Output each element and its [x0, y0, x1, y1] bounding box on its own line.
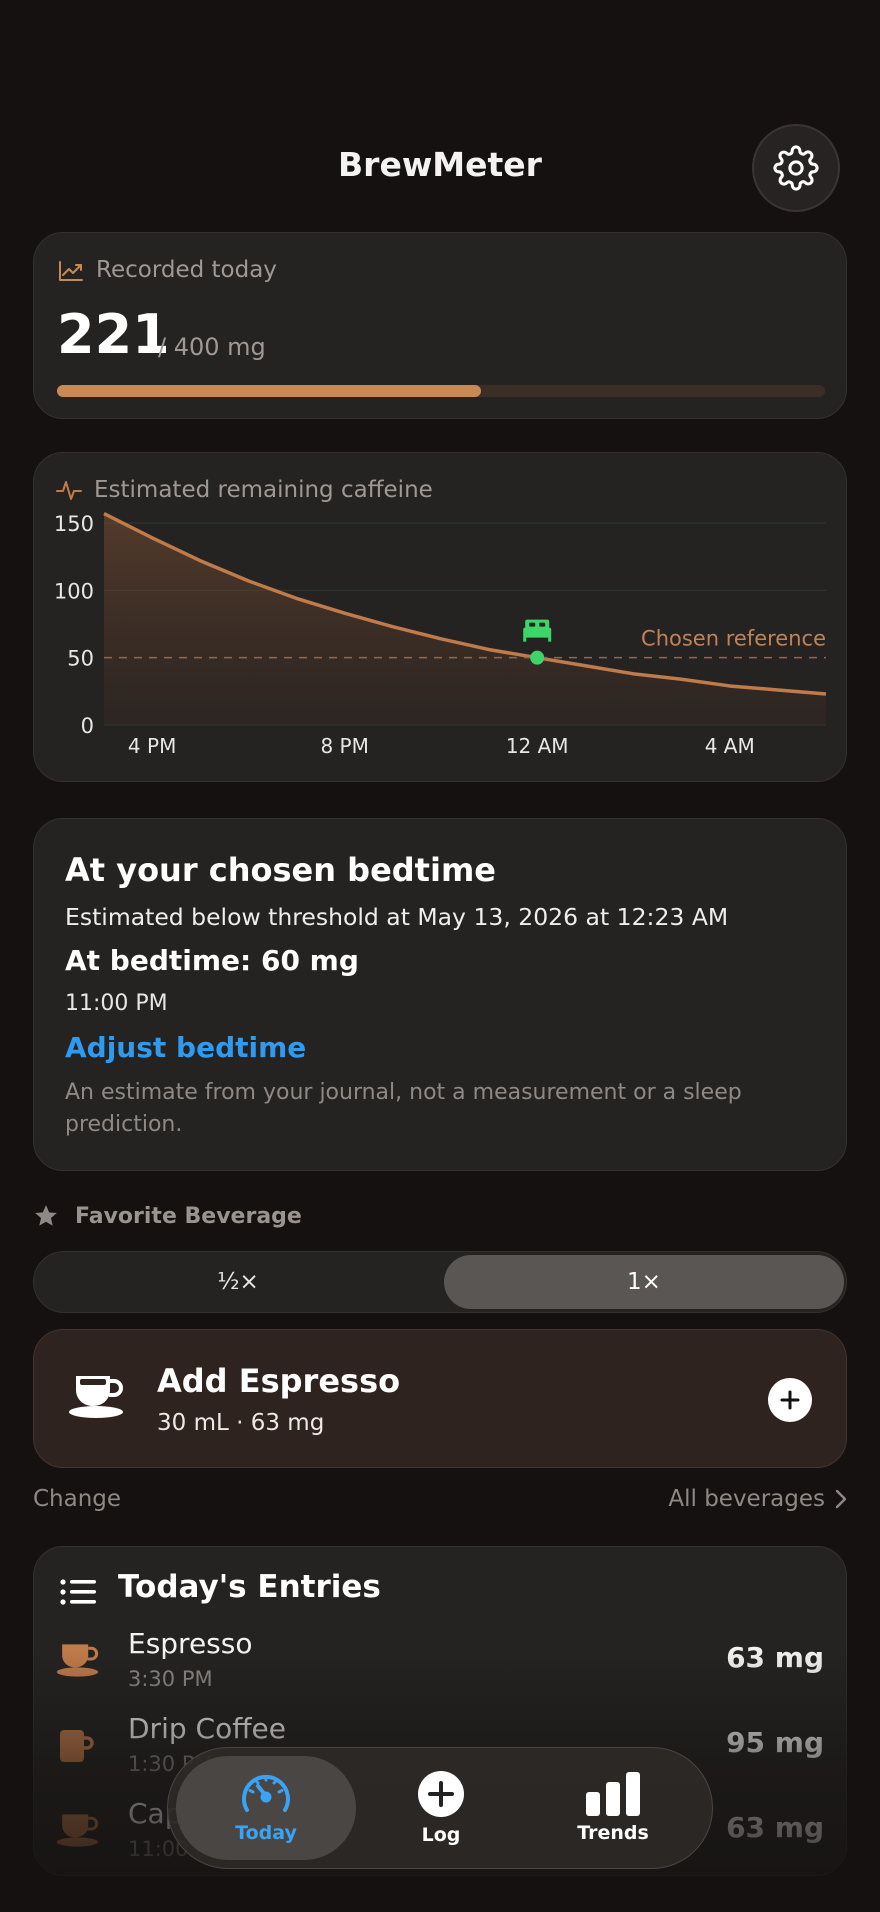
tab-log-label: Log [421, 1824, 461, 1846]
gear-icon [773, 145, 819, 191]
bed-icon [523, 619, 552, 642]
recorded-today-card: Recorded today 221 / 400 mg [33, 232, 847, 419]
entry-time: 3:30 PM [128, 1667, 213, 1691]
tab-trends-label: Trends [577, 1822, 649, 1844]
mug-icon [60, 1730, 94, 1762]
recorded-label: Recorded today [96, 257, 277, 283]
all-beverages-link[interactable]: All beverages [668, 1486, 847, 1512]
bedtime-amount: At bedtime: 60 mg [65, 944, 359, 977]
list-icon [60, 1579, 96, 1605]
all-beverages-label: All beverages [668, 1486, 825, 1512]
x-tick-label: 4 PM [128, 734, 176, 758]
espresso-cup-icon [56, 1644, 99, 1677]
adjust-bedtime-link[interactable]: Adjust bedtime [65, 1031, 306, 1064]
recorded-limit: / 400 mg [158, 333, 266, 361]
reference-label: Chosen reference [641, 627, 826, 651]
star-icon [35, 1205, 57, 1226]
y-tick-label: 0 [81, 714, 94, 738]
espresso-cup-icon [56, 1814, 99, 1847]
serving-size-segmented-control: ½× 1× [33, 1251, 847, 1313]
daily-progress-bar [57, 385, 825, 397]
tab-bar: Today Log Trends [167, 1747, 713, 1869]
change-favorite-link[interactable]: Change [33, 1486, 121, 1512]
tab-trends[interactable]: Trends [523, 1756, 703, 1860]
x-tick-label: 8 PM [320, 734, 368, 758]
settings-button[interactable] [752, 124, 840, 212]
entry-amount: 95 mg [726, 1726, 824, 1759]
add-beverage-title: Add Espresso [157, 1362, 401, 1400]
trend-chart-icon [59, 261, 83, 281]
entry-name: Drip Coffee [128, 1712, 286, 1745]
plus-circle-icon [418, 1771, 464, 1817]
remaining-caffeine-chart: 150 100 50 0 4 PM 8 PM 12 AM 4 AM Chosen referen… [54, 512, 827, 758]
entries-title: Today's Entries [118, 1569, 381, 1605]
y-tick-label: 150 [54, 512, 94, 536]
y-tick-label: 100 [54, 579, 94, 603]
favorite-beverage-label: Favorite Beverage [75, 1203, 302, 1229]
remaining-caffeine-area [104, 513, 826, 725]
bedtime-title: At your chosen bedtime [65, 851, 496, 889]
bedtime-card: At your chosen bedtime Estimated below t… [33, 818, 847, 1171]
daily-progress-fill [57, 385, 482, 397]
bedtime-time: 11:00 PM [65, 991, 168, 1016]
app-title: BrewMeter [338, 145, 542, 184]
add-espresso-button[interactable]: Add Espresso 30 mL · 63 mg [33, 1329, 847, 1468]
chevron-right-icon [835, 1489, 847, 1509]
entry-row[interactable]: Espresso 3:30 PM 63 mg [34, 1627, 846, 1711]
serving-half-option[interactable]: ½× [38, 1255, 438, 1309]
today-screen: BrewMeter Recorded today 221 / 400 mg Es… [0, 0, 880, 1912]
remaining-caffeine-card: Estimated remaining caffeine 150 100 50 0 4 … [33, 452, 847, 782]
threshold-estimate: Estimated below threshold at May 13, 202… [65, 903, 729, 931]
bedtime-marker-dot [530, 650, 545, 665]
estimate-disclaimer: An estimate from your journal, not a mea… [65, 1080, 742, 1137]
y-tick-label: 50 [67, 647, 94, 671]
favorite-beverage-header: Favorite Beverage [33, 1203, 302, 1229]
plus-icon[interactable] [768, 1378, 812, 1422]
recorded-value: 221 [57, 303, 170, 366]
x-tick-label: 12 AM [506, 734, 569, 758]
entry-amount: 63 mg [726, 1811, 824, 1844]
tab-log[interactable]: Log [351, 1756, 531, 1860]
entry-amount: 63 mg [726, 1641, 824, 1674]
serving-full-option[interactable]: 1× [444, 1255, 844, 1309]
tab-today-label: Today [235, 1822, 297, 1844]
espresso-cup-icon [69, 1376, 123, 1418]
speedometer-icon [242, 1774, 290, 1812]
add-beverage-details: 30 mL · 63 mg [157, 1410, 325, 1436]
x-tick-label: 4 AM [705, 734, 755, 758]
tab-today[interactable]: Today [176, 1756, 356, 1860]
bar-chart-icon [586, 1772, 640, 1816]
entry-name: Espresso [128, 1627, 253, 1660]
